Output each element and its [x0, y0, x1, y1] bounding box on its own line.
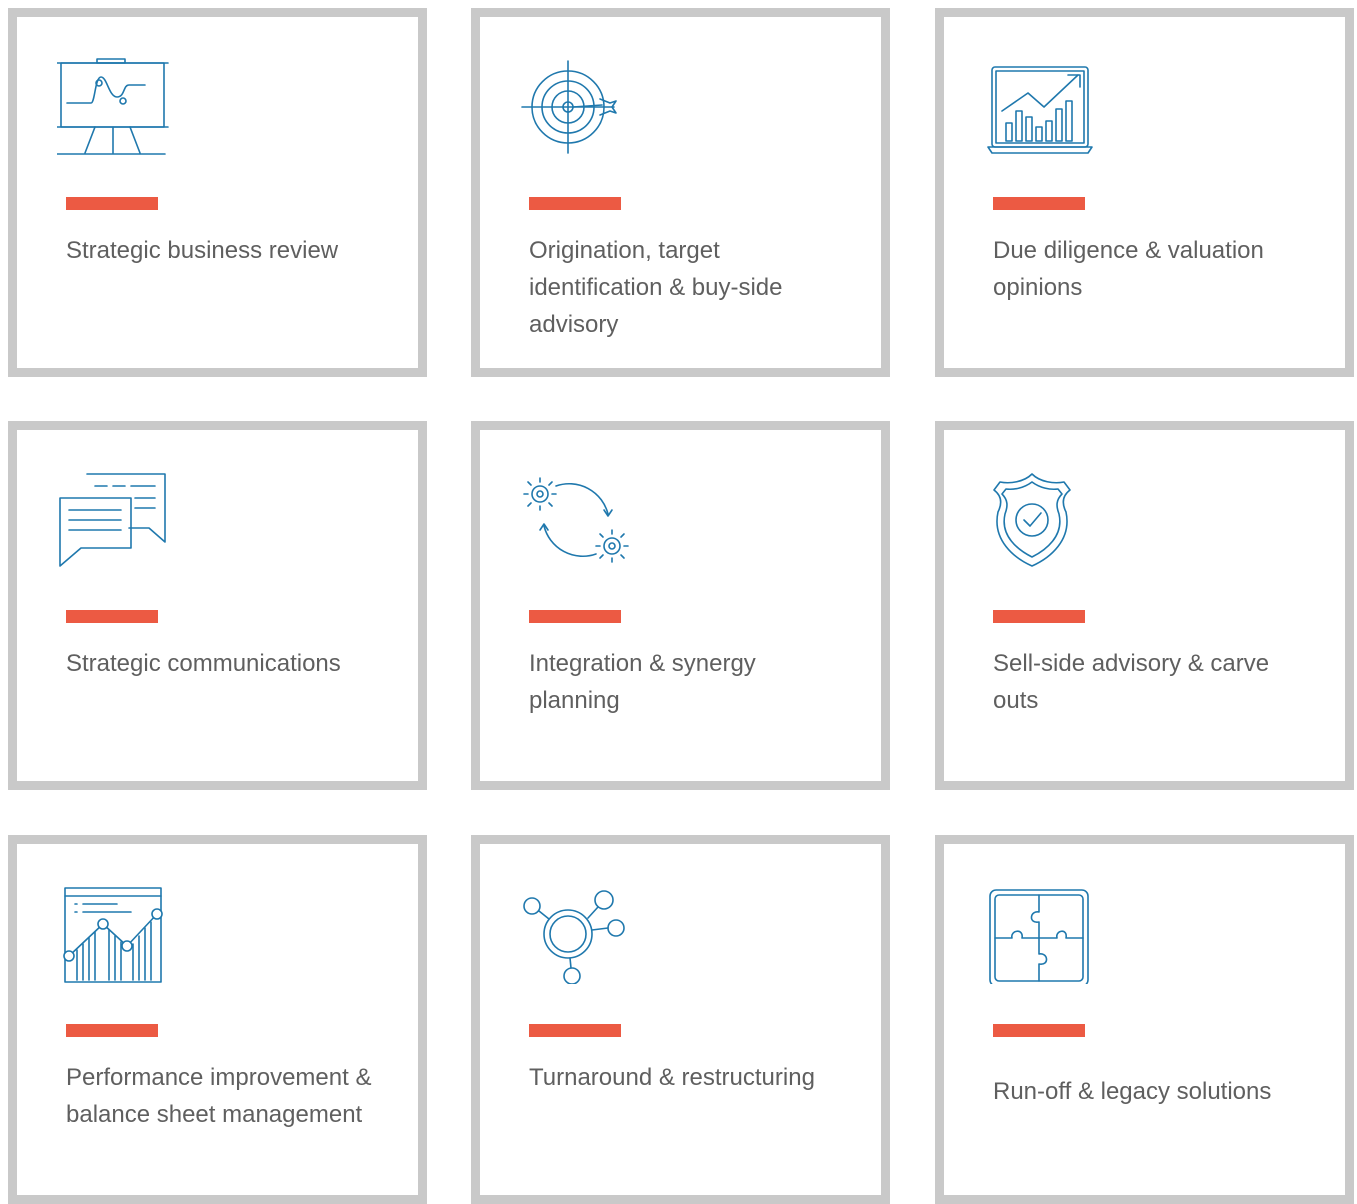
- service-card-performance-improvement[interactable]: Performance improvement & balance sheet …: [8, 835, 427, 1204]
- card-label: Performance improvement & balance sheet …: [66, 1064, 372, 1128]
- card-label: Turnaround & restructuring: [529, 1064, 815, 1091]
- service-card-strategic-communications[interactable]: Strategic communications: [8, 421, 427, 790]
- accent-bar: [529, 610, 621, 623]
- card-label: Due diligence & valuation opinions: [993, 237, 1264, 301]
- card-label: Sell-side advisory & carve outs: [993, 650, 1270, 714]
- shield-check-icon: [984, 470, 1096, 570]
- service-card-strategic-business-review[interactable]: Strategic business review: [8, 8, 427, 377]
- accent-bar: [529, 197, 621, 210]
- service-card-origination[interactable]: Origination, target identification & buy…: [471, 8, 890, 377]
- card-label: Strategic business review: [66, 237, 339, 264]
- puzzle-icon: [984, 884, 1096, 984]
- card-label: Run-off & legacy solutions: [993, 1078, 1272, 1105]
- accent-bar: [993, 610, 1085, 623]
- gears-cycle-icon: [520, 470, 632, 570]
- service-card-integration[interactable]: Integration & synergy planning: [471, 421, 890, 790]
- target-dart-icon: [520, 57, 632, 157]
- network-nodes-icon: [520, 884, 632, 984]
- service-card-sell-side[interactable]: Sell-side advisory & carve outs: [935, 421, 1354, 790]
- performance-chart-icon: [57, 884, 169, 984]
- service-card-turnaround[interactable]: Turnaround & restructuring: [471, 835, 890, 1204]
- presentation-board-icon: [57, 57, 169, 157]
- laptop-growth-chart-icon: [984, 57, 1096, 157]
- card-label: Origination, target identification & buy…: [529, 237, 783, 338]
- accent-bar: [66, 197, 158, 210]
- accent-bar: [66, 610, 158, 623]
- service-card-due-diligence[interactable]: Due diligence & valuation opinions: [935, 8, 1354, 377]
- accent-bar: [529, 1024, 621, 1037]
- accent-bar: [66, 1024, 158, 1037]
- card-label: Integration & synergy planning: [529, 650, 756, 714]
- service-card-run-off[interactable]: Run-off & legacy solutions: [935, 835, 1354, 1204]
- card-label: Strategic communications: [66, 650, 341, 677]
- accent-bar: [993, 197, 1085, 210]
- accent-bar: [993, 1024, 1085, 1037]
- speech-bubbles-icon: [57, 470, 169, 570]
